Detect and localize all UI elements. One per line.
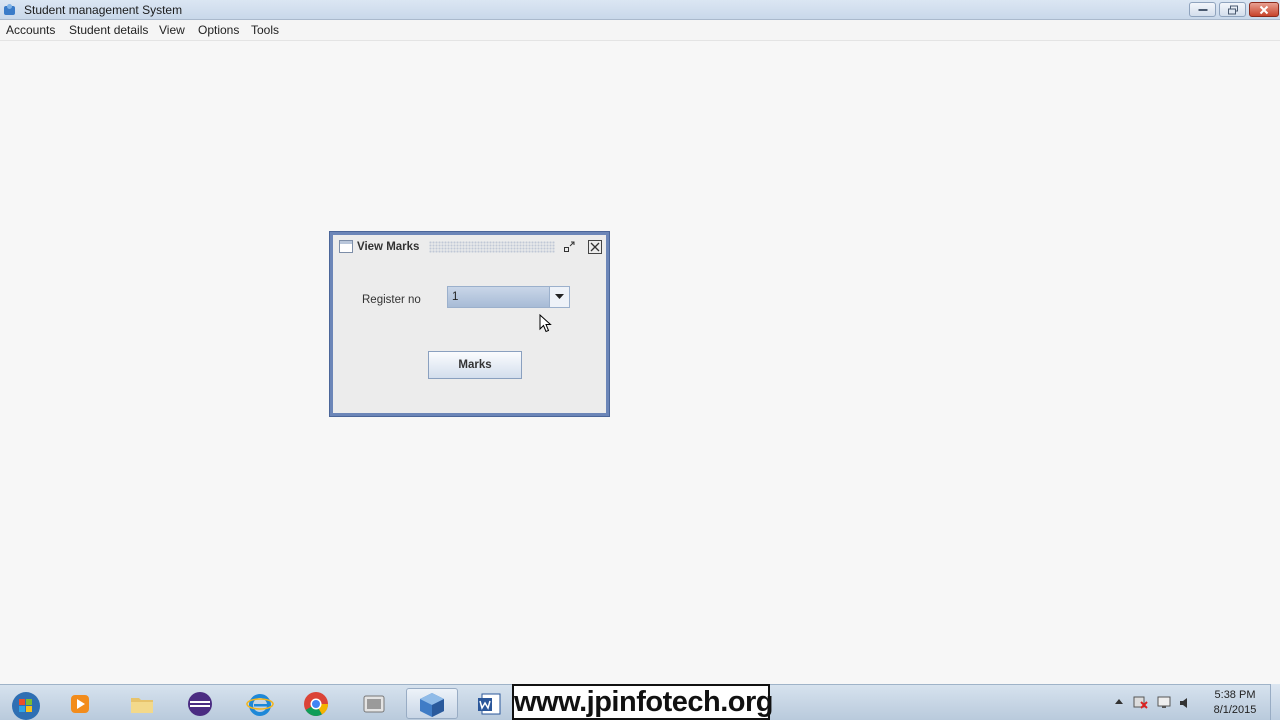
view-marks-dialog: View Marks Register no 1 Marks [329,231,610,417]
taskbar-java-app[interactable] [406,688,458,719]
clock-time: 5:38 PM [1214,689,1256,701]
restore-dialog-icon[interactable] [562,240,576,254]
close-window-button[interactable] [1249,2,1279,17]
taskbar-chrome[interactable] [296,688,336,719]
volume-icon[interactable] [1179,697,1193,709]
dropdown-arrow-button[interactable] [549,287,569,307]
taskbar-video-app[interactable] [354,688,394,719]
java-app-icon [4,4,15,15]
titlebar-texture [429,241,555,253]
windows-start-orb-icon [12,692,40,720]
show-hidden-icons-icon[interactable] [1114,697,1124,705]
taskbar-internet-explorer[interactable] [240,688,280,719]
marks-button[interactable]: Marks [428,351,522,379]
internet-explorer-icon [246,694,274,716]
close-icon [1259,5,1269,14]
minimize-button[interactable] [1189,2,1216,17]
taskbar-word[interactable] [470,688,510,719]
folder-icon [131,698,153,713]
action-center-icon[interactable] [1133,695,1149,709]
menu-bar: Accounts Student details View Options To… [0,20,1280,41]
menu-options[interactable]: Options [198,23,239,37]
menu-view[interactable]: View [159,23,185,37]
show-desktop-button[interactable] [1270,684,1280,720]
java-cube-icon [420,693,444,717]
register-no-label: Register no [362,294,421,306]
eclipse-icon [188,692,212,716]
taskbar-eclipse[interactable] [180,688,220,719]
media-player-icon [71,695,89,713]
menu-student-details[interactable]: Student details [69,23,148,37]
clock-date: 8/1/2015 [1213,704,1257,716]
start-button[interactable] [4,688,48,720]
word-icon [478,693,501,715]
dialog-titlebar[interactable]: View Marks [333,235,606,258]
watermark-text: www.jpinfotech.org [512,684,773,720]
window-titlebar: Student management System [0,0,1280,20]
taskbar-file-explorer[interactable] [122,688,162,719]
restore-icon [1227,5,1238,14]
register-no-combobox[interactable]: 1 [447,286,570,308]
window-title: Student management System [24,3,183,17]
close-dialog-icon[interactable] [588,240,602,254]
minimize-icon [1198,8,1207,11]
menu-tools[interactable]: Tools [251,23,279,37]
dialog-title: View Marks [357,241,420,253]
restore-button[interactable] [1219,2,1246,17]
register-no-value: 1 [452,291,459,303]
taskbar-media-player[interactable] [60,688,100,719]
chrome-icon [304,692,328,717]
system-clock[interactable]: 5:38 PM 8/1/2015 [1206,688,1264,718]
mouse-cursor-icon [539,314,552,333]
chevron-down-icon [555,294,564,299]
network-icon[interactable] [1157,695,1173,709]
frame-icon [339,240,353,253]
video-app-icon [363,695,385,713]
menu-accounts[interactable]: Accounts [6,23,55,37]
dialog-content: Register no 1 Marks [333,258,606,413]
